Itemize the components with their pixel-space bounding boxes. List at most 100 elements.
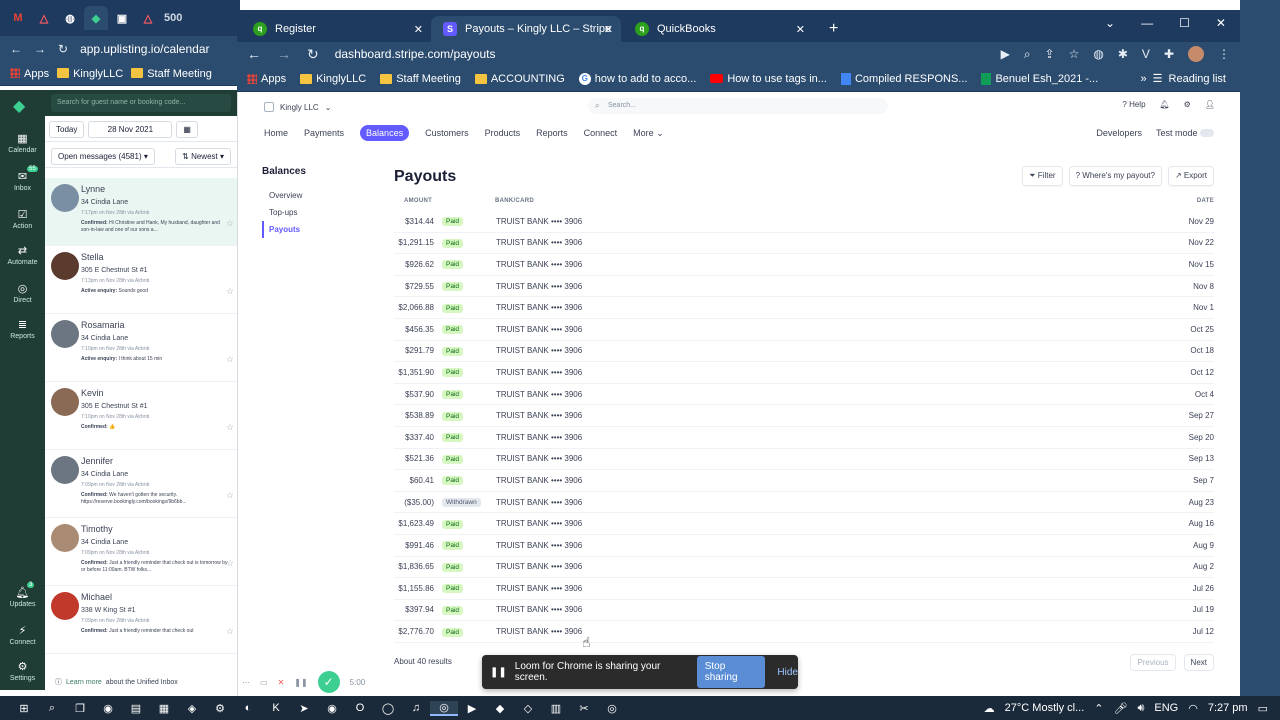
back-arrow-icon[interactable]: ← [247,46,261,62]
developers-link[interactable]: Developers [1096,128,1142,138]
tab-quickbooks[interactable]: q QuickBooks ✕ [623,16,813,42]
reload-icon[interactable]: ↻ [58,42,68,56]
learn-more-link[interactable]: Learn more [66,679,102,686]
uplisting-tab-icon[interactable]: ◆ [84,6,108,30]
message-list-item[interactable]: Timothy 34 Cindia Lane 7:09pm on Nov 28th … [45,518,237,586]
table-row[interactable]: $1,623.49 Paid TRUIST BANK •••• 3906 Aug 16 [394,513,1214,535]
language-indicator[interactable]: ENG [1154,702,1178,714]
column-header-date[interactable]: DATE [1197,198,1214,204]
close-icon[interactable]: ✕ [414,23,423,36]
weather-text[interactable]: 27°C Mostly cl... [1005,702,1085,714]
hide-button[interactable]: Hide [777,667,798,678]
close-icon[interactable]: ✕ [796,23,805,36]
test-mode-toggle[interactable]: Test mode [1156,128,1214,138]
star-icon[interactable]: ☆ [226,354,234,365]
back-url[interactable]: app.uplisting.io/calendar [80,42,209,56]
today-button[interactable]: Today [49,121,85,138]
message-list-item[interactable]: Jennifer 34 Cindia Lane 7:09pm on Nov 28th… [45,450,237,518]
vimeo-icon[interactable]: V [1142,47,1150,61]
table-row[interactable]: $60.41 Paid TRUIST BANK •••• 3906 Sep 7 [394,470,1214,492]
browser-icon[interactable]: ◉ [94,702,122,715]
table-row[interactable]: $521.36 Paid TRUIST BANK •••• 3906 Sep 13 [394,449,1214,471]
table-row[interactable]: $1,351.90 Paid TRUIST BANK •••• 3906 Oct 12 [394,362,1214,384]
search-icon[interactable]: ⌕ [38,702,66,715]
stop-sharing-button[interactable]: Stop sharing [696,656,766,688]
snip-icon[interactable]: ✂ [570,702,598,715]
bookmark-apps[interactable]: Apps [10,67,49,80]
bookmark-sheet[interactable]: Benuel Esh_2021 -... [981,72,1098,85]
bookmark-staff[interactable]: Staff Meeting [131,67,212,80]
star-icon[interactable]: ☆ [226,558,234,569]
airbnb-tab-icon-2[interactable]: △ [136,6,160,30]
bookmark-google[interactable]: Ghow to add to acco... [578,72,696,85]
nav-reports[interactable]: Reports [536,128,568,138]
notification-center-icon[interactable]: ▭ [1258,702,1268,715]
table-row[interactable]: $456.35 Paid TRUIST BANK •••• 3906 Oct 25 [394,319,1214,341]
table-row[interactable]: $1,155.86 Paid TRUIST BANK •••• 3906 Jul 26 [394,578,1214,600]
calendar-picker-icon[interactable]: ▦ [176,121,198,138]
account-switcher[interactable]: Kingly LLC ⌄ [264,102,331,112]
airbnb-tab-icon[interactable]: △ [32,6,56,30]
sidebar-item-topups[interactable]: Top-ups [262,204,362,221]
bookmark-kingly[interactable]: KinglyLLC [300,73,366,85]
finish-recording-icon[interactable]: ✓ [317,671,340,693]
star-icon[interactable]: ☆ [226,218,234,229]
reload-icon[interactable]: ↻ [307,46,319,63]
message-list-item[interactable]: Rosamaria 34 Cindia Lane 7:10pm on Nov 28t… [45,314,237,382]
nav-direct[interactable]: ◎ Direct [0,282,45,304]
back-arrow-icon[interactable]: ← [10,42,22,56]
puzzle-icon[interactable]: ✚ [1164,47,1174,61]
file-explorer-icon[interactable]: ▤ [122,702,150,715]
table-row[interactable]: $1,836.65 Paid TRUIST BANK •••• 3906 Aug 2 [394,557,1214,579]
new-tab-button[interactable]: + [823,16,853,42]
nav-updates[interactable]: 🔔︎ Updates 3 [0,582,45,608]
message-list-item[interactable]: Michael 338 W King St #1 7:09pm on Nov 28t… [45,586,237,654]
date-field[interactable]: 28 Nov 2021 [88,121,173,138]
windows-start-icon[interactable]: ⊞ [10,702,38,715]
app-icon[interactable]: ◈ [178,702,206,715]
table-row[interactable]: $2,776.70 Paid TRUIST BANK •••• 3906 Jul 12 [394,621,1214,643]
settings-icon[interactable]: ⚙ [206,702,234,715]
tab-count[interactable]: 500 [162,6,184,30]
close-icon[interactable]: ✕ [604,23,613,36]
settings-gear-icon[interactable]: ⚙ [1184,100,1191,109]
open-messages-dropdown[interactable]: Open messages (4581) ▾ [51,148,155,165]
bookmark-doc[interactable]: Compiled RESPONS... [840,72,967,85]
next-button[interactable]: Next [1183,654,1214,671]
table-row[interactable]: $1,291.15 Paid TRUIST BANK •••• 3906 Nov 22 [394,233,1214,255]
window-close-icon[interactable]: ✕ [1216,16,1226,30]
filter-button[interactable]: ⏷ Filter [1022,166,1063,186]
forward-arrow-icon[interactable]: → [277,46,291,62]
star-icon[interactable]: ☆ [226,626,234,637]
calculator-icon[interactable]: ▦ [150,702,178,715]
stripe-search-input[interactable]: ⌕ Search... [588,98,888,114]
nav-inbox[interactable]: ✉ Inbox 55 [0,166,45,192]
bookmark-youtube[interactable]: How to use tags in... [710,73,827,85]
nav-automate[interactable]: ⇄ Automate [0,244,45,266]
cancel-recording-icon[interactable]: ✕ [278,678,285,687]
extension-tab-icon[interactable]: ▣ [110,6,134,30]
bookmark-accounting[interactable]: ACCOUNTING [474,73,565,85]
star-icon[interactable]: ☆ [226,422,234,433]
bookmark-apps[interactable]: Apps [247,73,286,85]
camera-icon[interactable]: ▶ [1001,47,1010,61]
table-row[interactable]: $397.94 Paid TRUIST BANK •••• 3906 Jul 19 [394,600,1214,622]
telegram-icon[interactable]: ➤ [290,702,318,715]
menu-icon[interactable]: ⋮ [1218,47,1230,61]
gmail-tab-icon[interactable]: M [6,6,30,30]
export-button[interactable]: ↗ Export [1167,166,1214,186]
nav-connect[interactable]: Connect [584,128,618,138]
front-url[interactable]: dashboard.stripe.com/payouts [335,47,985,61]
share-icon[interactable]: ⇪ [1045,47,1055,61]
nav-payments[interactable]: Payments [304,128,344,138]
table-row[interactable]: $2,066.88 Paid TRUIST BANK •••• 3906 Nov 1 [394,297,1214,319]
table-row[interactable]: $291.79 Paid TRUIST BANK •••• 3906 Oct 18 [394,341,1214,363]
play-icon[interactable]: ▶ [458,702,486,715]
table-row[interactable]: $537.90 Paid TRUIST BANK •••• 3906 Oct 4 [394,384,1214,406]
notifications-icon[interactable]: 🔔︎ [1160,100,1170,109]
table-row[interactable]: $337.40 Paid TRUIST BANK •••• 3906 Sep 20 [394,427,1214,449]
edge-icon[interactable]: ◐ [234,702,262,714]
media-icon[interactable]: ◉ [318,702,346,715]
previous-button[interactable]: Previous [1130,654,1176,671]
wifi-icon[interactable]: ◠ [1188,702,1198,715]
